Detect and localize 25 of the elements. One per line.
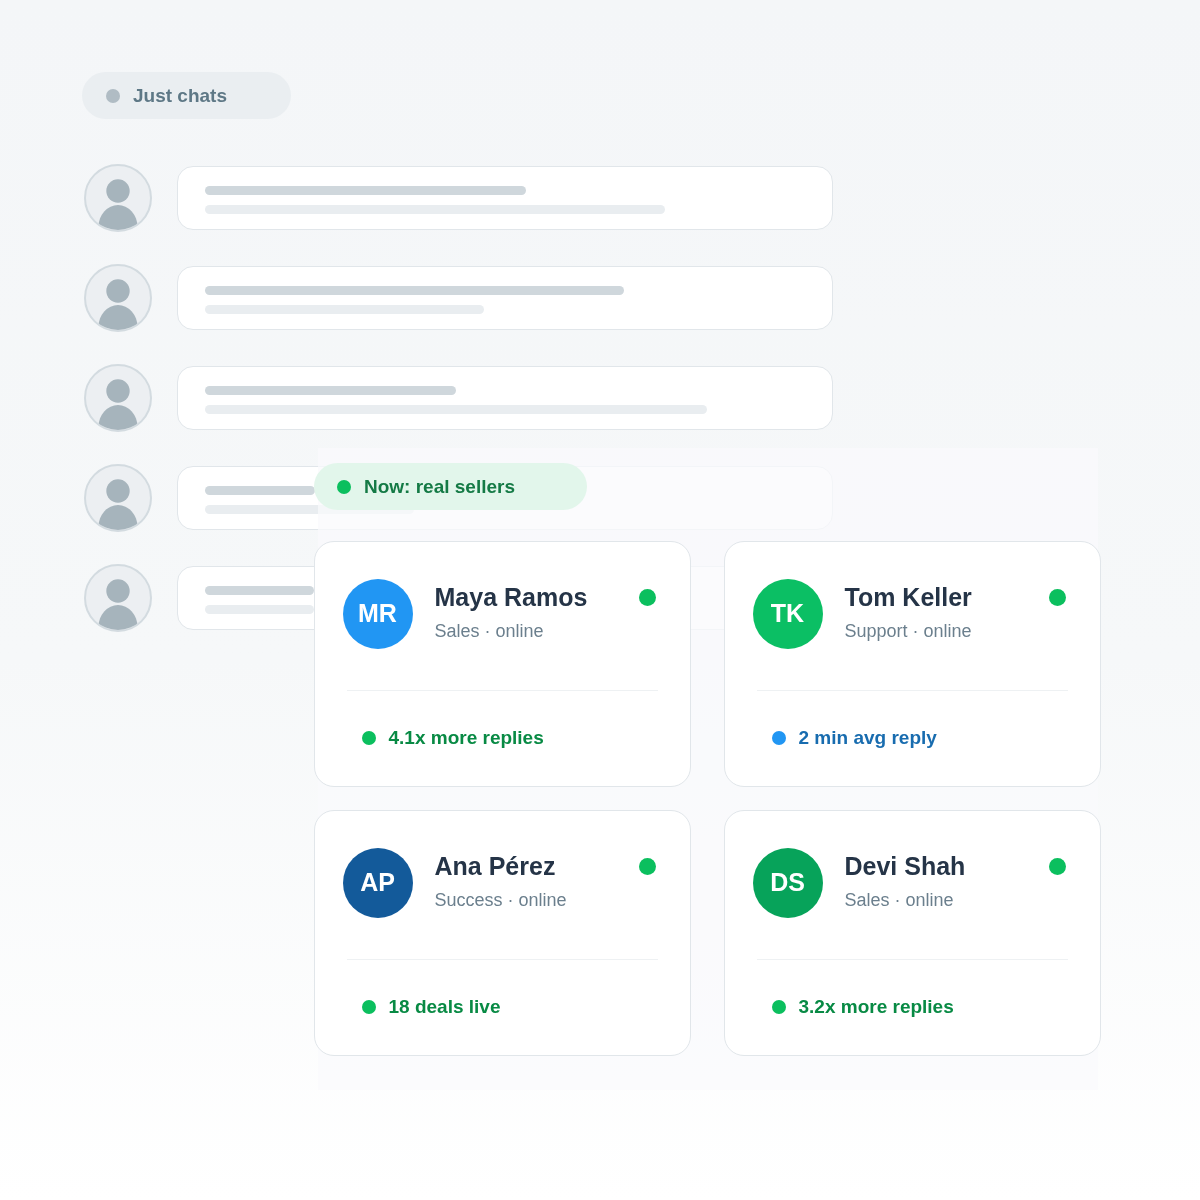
user-avatar-icon xyxy=(84,364,152,432)
metric-label: 4.1x more replies xyxy=(388,727,544,749)
live-dot-icon xyxy=(337,479,351,494)
seller-role: Success · online xyxy=(434,888,567,911)
user-avatar-icon xyxy=(84,164,152,232)
user-avatar-icon xyxy=(84,264,152,332)
seller-name: Tom Keller xyxy=(844,581,972,612)
user-avatar-icon xyxy=(84,564,152,632)
user-avatar-icon xyxy=(84,464,152,532)
seller-name: Ana Pérez xyxy=(434,850,556,881)
tag-dot-icon xyxy=(106,88,120,103)
metric-label: 3.2x more replies xyxy=(798,996,954,1018)
seller-name: Devi Shah xyxy=(844,850,966,881)
metric-label: 2 min avg reply xyxy=(798,727,937,749)
initials-avatar: DS xyxy=(752,847,823,918)
seller-role: Support · online xyxy=(844,619,972,642)
seller-role: Sales · online xyxy=(434,619,544,642)
initials-avatar: AP xyxy=(342,847,413,918)
initials-avatar: TK xyxy=(752,578,823,649)
seller-name: Maya Ramos xyxy=(434,581,588,612)
tag-label: Now: real sellers xyxy=(364,475,516,498)
seller-role: Sales · online xyxy=(844,888,954,911)
metric-label: 18 deals live xyxy=(388,996,501,1018)
tag-label: Just chats xyxy=(133,84,227,107)
initials-avatar: MR xyxy=(342,578,413,649)
